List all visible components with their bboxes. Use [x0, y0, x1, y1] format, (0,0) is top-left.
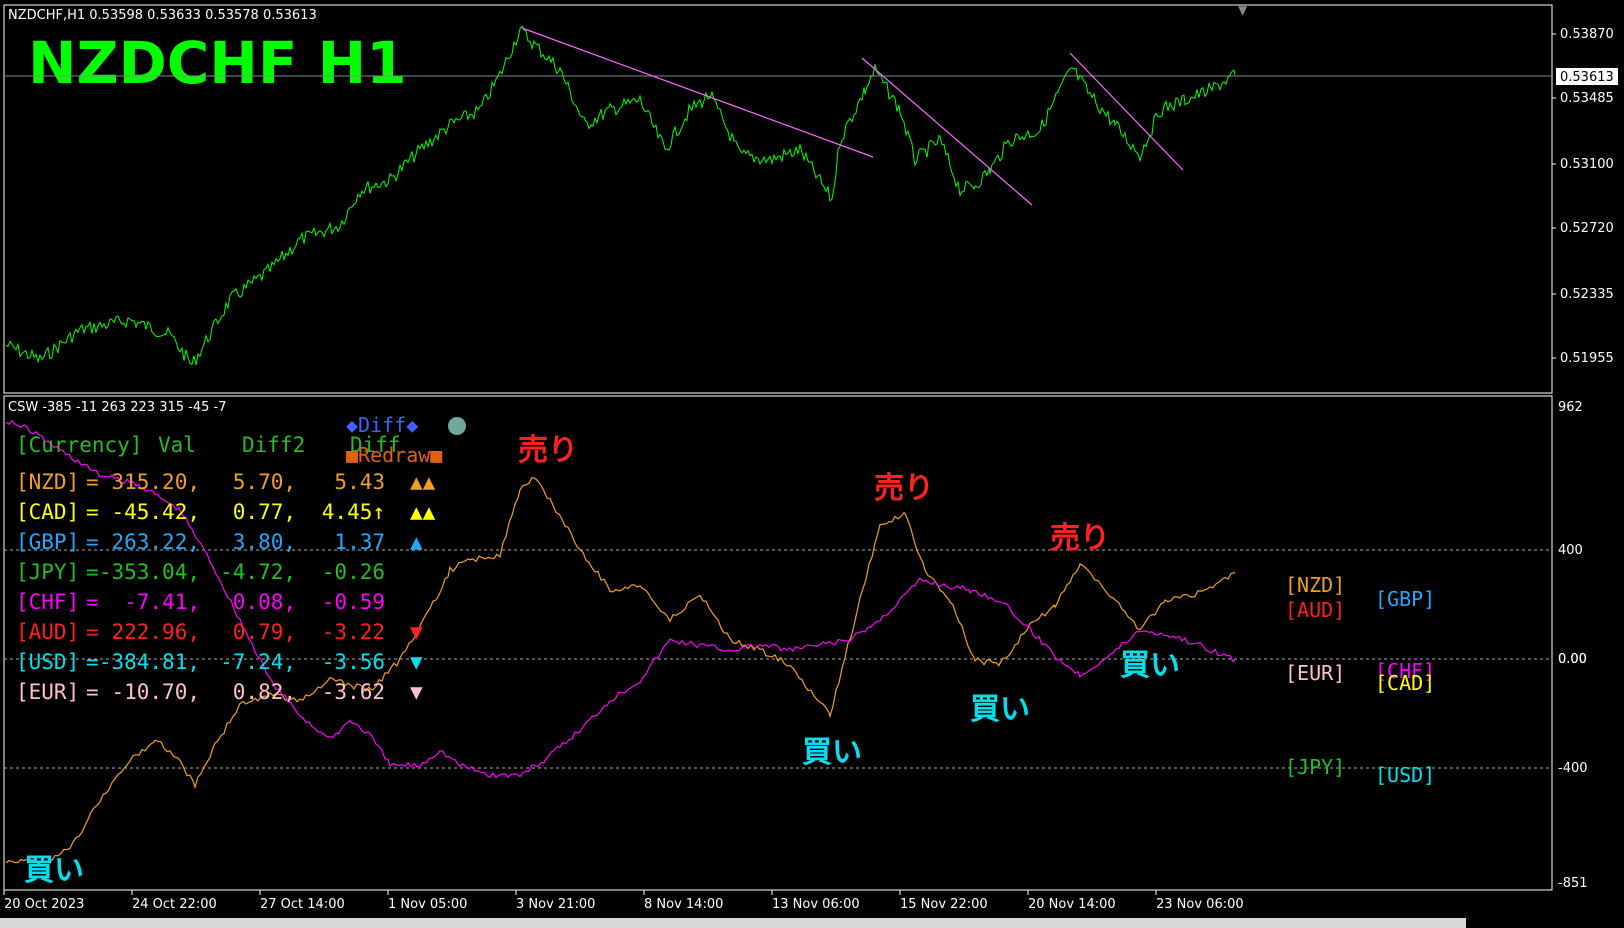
row-diff: -3.56 — [322, 650, 385, 674]
row-equals: = — [86, 500, 99, 524]
row-currency: [JPY] — [16, 560, 79, 584]
row-diff2: 3.80, — [233, 530, 296, 554]
sell-annotation-2: 売り — [874, 471, 934, 506]
row-equals: = — [86, 650, 99, 674]
indicator-axis: 9624000.00-400-8510.00 — [1558, 400, 1588, 891]
row-diff: -0.26 — [322, 560, 385, 584]
price-tick-label: 0.53485 — [1560, 91, 1614, 106]
table-header-val: Val — [158, 433, 196, 457]
row-val: -353.04, — [99, 560, 200, 584]
label-jpy: [JPY] — [1285, 755, 1345, 779]
row-trend-arrows-icon: ▲▲ — [410, 470, 436, 494]
row-equals: = — [86, 620, 99, 644]
row-diff: -3.22 — [322, 620, 385, 644]
row-val: -384.81, — [99, 650, 200, 674]
time-tick-label: 1 Nov 05:00 — [388, 897, 467, 912]
row-val: 263.22, — [111, 530, 200, 554]
row-currency: [CHF] — [16, 590, 79, 614]
row-currency: [GBP] — [16, 530, 79, 554]
row-trend-arrows-icon: ▼ — [410, 620, 423, 644]
price-tick-label: 0.51955 — [1560, 351, 1614, 366]
sell-annotation-3: 売り — [1050, 521, 1110, 556]
symbol-big-label: NZDCHF H1 — [28, 29, 407, 97]
time-tick-label: 3 Nov 21:00 — [516, 897, 595, 912]
row-equals: = — [86, 470, 99, 494]
price-tick-label: 0.53870 — [1560, 27, 1614, 42]
time-tick-label: 13 Nov 06:00 — [772, 897, 860, 912]
time-tick-label: 8 Nov 14:00 — [644, 897, 723, 912]
indicator-tick-label: -400 — [1558, 761, 1588, 776]
row-diff: 4.45↑ — [322, 500, 385, 524]
row-diff2: -7.24, — [220, 650, 296, 674]
row-diff2: 0.08, — [233, 590, 296, 614]
sell-annotation-1: 売り — [518, 433, 578, 468]
label-nzd: [NZD] — [1285, 573, 1345, 597]
buy-annotation-2: 買い — [802, 735, 862, 770]
indicator-tick-label: 400 — [1558, 543, 1583, 558]
row-trend-arrows-icon: ▼ — [410, 680, 423, 704]
row-currency: [AUD] — [16, 620, 79, 644]
row-currency: [EUR] — [16, 680, 79, 704]
time-tick-label: 23 Nov 06:00 — [1156, 897, 1244, 912]
label-aud: [AUD] — [1285, 598, 1345, 622]
indicator-zero-label: 0.00 — [1558, 652, 1587, 667]
row-val: 315.20, — [111, 470, 200, 494]
row-diff2: 0.79, — [233, 620, 296, 644]
time-tick-label: 20 Nov 14:00 — [1028, 897, 1116, 912]
time-tick-label: 27 Oct 14:00 — [260, 897, 345, 912]
row-val: -10.70, — [111, 680, 200, 704]
row-equals: = — [86, 680, 99, 704]
label-eur: [EUR] — [1285, 661, 1345, 685]
row-diff2: 0.82, — [233, 680, 296, 704]
row-currency: [USD] — [16, 650, 79, 674]
toggle-dot-icon[interactable] — [448, 417, 466, 435]
table-header-currency: [Currency] — [16, 433, 142, 457]
row-trend-arrows-icon: ▼ — [410, 650, 423, 674]
time-tick-label: 15 Nov 22:00 — [900, 897, 988, 912]
row-trend-arrows-icon: ▲▲ — [410, 500, 436, 524]
row-diff: 1.37 — [334, 530, 385, 554]
label-usd: [USD] — [1375, 763, 1435, 787]
label-gbp: [GBP] — [1375, 587, 1435, 611]
redraw-button[interactable]: ■Redraw■ — [346, 443, 442, 467]
chart-title: NZDCHF,H1 0.53598 0.53633 0.53578 0.5361… — [8, 8, 317, 23]
time-tick-label: 20 Oct 2023 — [4, 897, 84, 912]
price-tick-label: 0.53100 — [1560, 157, 1614, 172]
row-val: -45.42, — [111, 500, 200, 524]
row-currency: [CAD] — [16, 500, 79, 524]
label-cad: [CAD] — [1375, 671, 1435, 695]
row-diff: -0.59 — [322, 590, 385, 614]
row-currency: [NZD] — [16, 470, 79, 494]
table-header-diff2: Diff2 — [242, 433, 305, 457]
chart-window[interactable]: NZDCHF,H1 0.53598 0.53633 0.53578 0.5361… — [0, 0, 1624, 928]
row-diff: -3.62 — [322, 680, 385, 704]
indicator-tick-label: 962 — [1558, 400, 1583, 415]
row-diff2: -4.72, — [220, 560, 296, 584]
row-diff: 5.43 — [334, 470, 385, 494]
row-val: 222.96, — [111, 620, 200, 644]
row-val: -7.41, — [124, 590, 200, 614]
row-diff2: 0.77, — [233, 500, 296, 524]
diff-button[interactable]: ◆Diff◆ — [346, 413, 418, 437]
tab-strip[interactable] — [0, 918, 1466, 928]
scroll-marker-icon[interactable]: ▼ — [1238, 3, 1248, 17]
buy-annotation-3: 買い — [970, 692, 1030, 727]
row-equals: = — [86, 530, 99, 554]
current-price-label: 0.53613 — [1560, 70, 1614, 85]
row-trend-arrows-icon: ▲ — [410, 530, 423, 554]
buy-annotation-4: 買い — [1120, 648, 1180, 683]
indicator-title: CSW -385 -11 263 223 315 -45 -7 — [8, 400, 226, 415]
row-equals: = — [86, 590, 99, 614]
buy-annotation-1: 買い — [24, 853, 84, 888]
time-axis: 20 Oct 2023 24 Oct 22:00 27 Oct 14:00 1 Nov… — [3, 890, 1244, 912]
time-tick-label: 24 Oct 22:00 — [132, 897, 217, 912]
indicator-tick-label: -851 — [1558, 876, 1588, 891]
price-tick-label: 0.52720 — [1560, 221, 1614, 236]
price-tick-label: 0.52335 — [1560, 287, 1614, 302]
row-equals: = — [86, 560, 99, 584]
row-diff2: 5.70, — [233, 470, 296, 494]
